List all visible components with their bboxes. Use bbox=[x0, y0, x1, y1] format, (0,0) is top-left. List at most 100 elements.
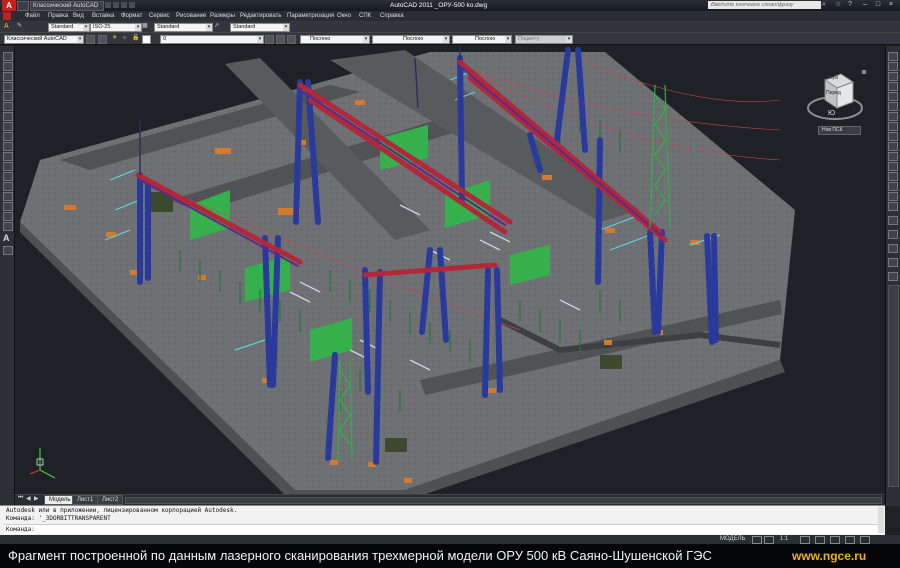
menu-format[interactable]: Формат bbox=[121, 11, 142, 21]
autocad-logo-icon[interactable]: A bbox=[2, 0, 16, 11]
viewcube-top-label[interactable]: Верх bbox=[827, 75, 838, 81]
lock-ui-icon[interactable] bbox=[830, 536, 840, 544]
tab-nav-prev-icon[interactable]: ◀ bbox=[26, 495, 31, 502]
table-style-select[interactable]: Standard ▾ bbox=[154, 23, 213, 32]
extend-tool-icon[interactable] bbox=[888, 152, 898, 161]
circle-tool-icon[interactable] bbox=[3, 112, 13, 121]
chevron-down-icon[interactable]: ▾ bbox=[283, 24, 289, 31]
ellipse-tool-icon[interactable] bbox=[3, 142, 13, 151]
quick-view-drawings-icon[interactable] bbox=[764, 536, 774, 544]
rectangle-tool-icon[interactable] bbox=[3, 92, 13, 101]
line-tool-icon[interactable] bbox=[3, 52, 13, 61]
menu-dimensions[interactable]: Размеры bbox=[210, 11, 235, 21]
draworder-icon[interactable] bbox=[888, 216, 898, 225]
move-tool-icon[interactable] bbox=[888, 102, 898, 111]
properties-icon[interactable] bbox=[888, 244, 898, 253]
text-style-manager-icon[interactable]: ✎ bbox=[17, 23, 24, 30]
annotation-visibility-icon[interactable] bbox=[800, 536, 810, 544]
break-tool-icon[interactable] bbox=[888, 162, 898, 171]
lineweight-select[interactable]: Послою ▾ bbox=[452, 35, 512, 44]
horizontal-scrollbar[interactable] bbox=[125, 497, 882, 504]
status-menu-icon[interactable] bbox=[860, 536, 870, 544]
search-input[interactable]: Введите ключевое слово/фразу bbox=[708, 1, 821, 9]
mleader-style-select[interactable]: Standard ▾ bbox=[230, 23, 290, 32]
menu-help[interactable]: Справка bbox=[380, 11, 404, 21]
caption-site-link[interactable]: www.ngce.ru bbox=[792, 548, 866, 564]
color-select[interactable]: Послою ▾ bbox=[300, 35, 370, 44]
menu-modify[interactable]: Редактировать bbox=[240, 11, 281, 21]
home-icon[interactable] bbox=[862, 70, 866, 74]
chevron-down-icon[interactable]: ▾ bbox=[363, 36, 369, 43]
erase-tool-icon[interactable] bbox=[888, 52, 898, 61]
viewcube-front-label[interactable]: Перед bbox=[826, 90, 841, 96]
spline-tool-icon[interactable] bbox=[3, 132, 13, 141]
linetype-select[interactable]: Послою ▾ bbox=[372, 35, 450, 44]
command-input[interactable] bbox=[4, 524, 880, 534]
insert-block-icon[interactable] bbox=[3, 162, 13, 171]
minimize-icon[interactable]: – bbox=[860, 1, 870, 9]
tab-nav-next-icon[interactable]: ▶ bbox=[34, 495, 39, 502]
stretch-tool-icon[interactable] bbox=[888, 132, 898, 141]
make-block-icon[interactable] bbox=[3, 172, 13, 181]
layer-previous-icon[interactable] bbox=[276, 35, 285, 44]
hatch-tool-icon[interactable] bbox=[3, 192, 13, 201]
menu-view[interactable]: Вид bbox=[73, 11, 84, 21]
dim-style-select[interactable]: ISO-25 ▾ bbox=[90, 23, 142, 32]
copy-tool-icon[interactable] bbox=[888, 62, 898, 71]
undo-icon[interactable] bbox=[129, 2, 135, 8]
lightbulb-icon[interactable]: ☀ bbox=[112, 35, 120, 42]
rotate-tool-icon[interactable] bbox=[888, 112, 898, 121]
layer-tools-icon[interactable] bbox=[888, 230, 898, 239]
tab-model[interactable]: Модель bbox=[44, 495, 76, 505]
menu-window[interactable]: Окно bbox=[337, 11, 351, 21]
maximize-icon[interactable]: □ bbox=[873, 1, 883, 9]
chevron-down-icon[interactable]: ▾ bbox=[257, 36, 263, 43]
scrollbar-up-icon[interactable] bbox=[888, 272, 898, 281]
scale-tool-icon[interactable] bbox=[888, 122, 898, 131]
explode-tool-icon[interactable] bbox=[888, 202, 898, 211]
workspace-select[interactable]: Классический AutoCAD ▾ bbox=[4, 35, 84, 44]
mirror-tool-icon[interactable] bbox=[888, 72, 898, 81]
chevron-down-icon[interactable]: ▾ bbox=[206, 24, 212, 31]
arc-tool-icon[interactable] bbox=[3, 102, 13, 111]
workspace-switch-icon[interactable] bbox=[815, 536, 825, 544]
menu-edit[interactable]: Правка bbox=[48, 11, 68, 21]
tab-sheet2[interactable]: Лист2 bbox=[97, 495, 124, 505]
mleader-style-icon[interactable]: ↗ bbox=[214, 23, 222, 30]
chevron-down-icon[interactable]: ▾ bbox=[443, 36, 449, 43]
menu-file[interactable]: Файл bbox=[25, 11, 40, 21]
chevron-down-icon[interactable]: ▾ bbox=[77, 36, 83, 43]
open-icon[interactable] bbox=[113, 2, 119, 8]
quick-view-icon[interactable] bbox=[752, 536, 762, 544]
polyline-tool-icon[interactable] bbox=[3, 72, 13, 81]
dim-style-icon[interactable]: ⊢ bbox=[78, 23, 86, 30]
model-viewport[interactable] bbox=[15, 46, 884, 494]
tab-nav-first-icon[interactable]: ⏮ bbox=[18, 495, 23, 502]
layer-manager-icon[interactable] bbox=[98, 35, 107, 44]
lock-icon[interactable]: 🔓 bbox=[132, 35, 140, 42]
menu-spk[interactable]: СПК bbox=[359, 11, 371, 21]
make-current-layer-icon[interactable] bbox=[265, 35, 274, 44]
command-scrollbar[interactable] bbox=[878, 507, 884, 533]
sun-icon[interactable]: ☼ bbox=[122, 35, 130, 42]
array-tool-icon[interactable] bbox=[888, 92, 898, 101]
menu-tools[interactable]: Сервис bbox=[149, 11, 170, 21]
ellipse-arc-tool-icon[interactable] bbox=[3, 152, 13, 161]
new-icon[interactable] bbox=[105, 2, 111, 8]
substation-3d-model[interactable] bbox=[15, 46, 884, 494]
match-props-icon[interactable] bbox=[888, 258, 898, 267]
tab-sheet1[interactable]: Лист1 bbox=[72, 495, 99, 505]
isolate-objects-icon[interactable] bbox=[845, 536, 855, 544]
region-tool-icon[interactable] bbox=[3, 212, 13, 221]
table-tool-icon[interactable] bbox=[3, 222, 13, 231]
menu-draw[interactable]: Рисование bbox=[176, 11, 206, 21]
layer-select[interactable]: 0 ▾ bbox=[160, 35, 264, 44]
star-icon[interactable]: ☆ bbox=[835, 1, 843, 9]
help-icon[interactable]: ? bbox=[848, 1, 856, 9]
quick-access-icon[interactable] bbox=[17, 1, 29, 11]
close-icon[interactable]: × bbox=[886, 1, 896, 9]
text-style-icon[interactable]: A bbox=[4, 23, 12, 30]
settings-icon[interactable] bbox=[86, 35, 95, 44]
fillet-tool-icon[interactable] bbox=[888, 192, 898, 201]
point-tool-icon[interactable] bbox=[3, 182, 13, 191]
